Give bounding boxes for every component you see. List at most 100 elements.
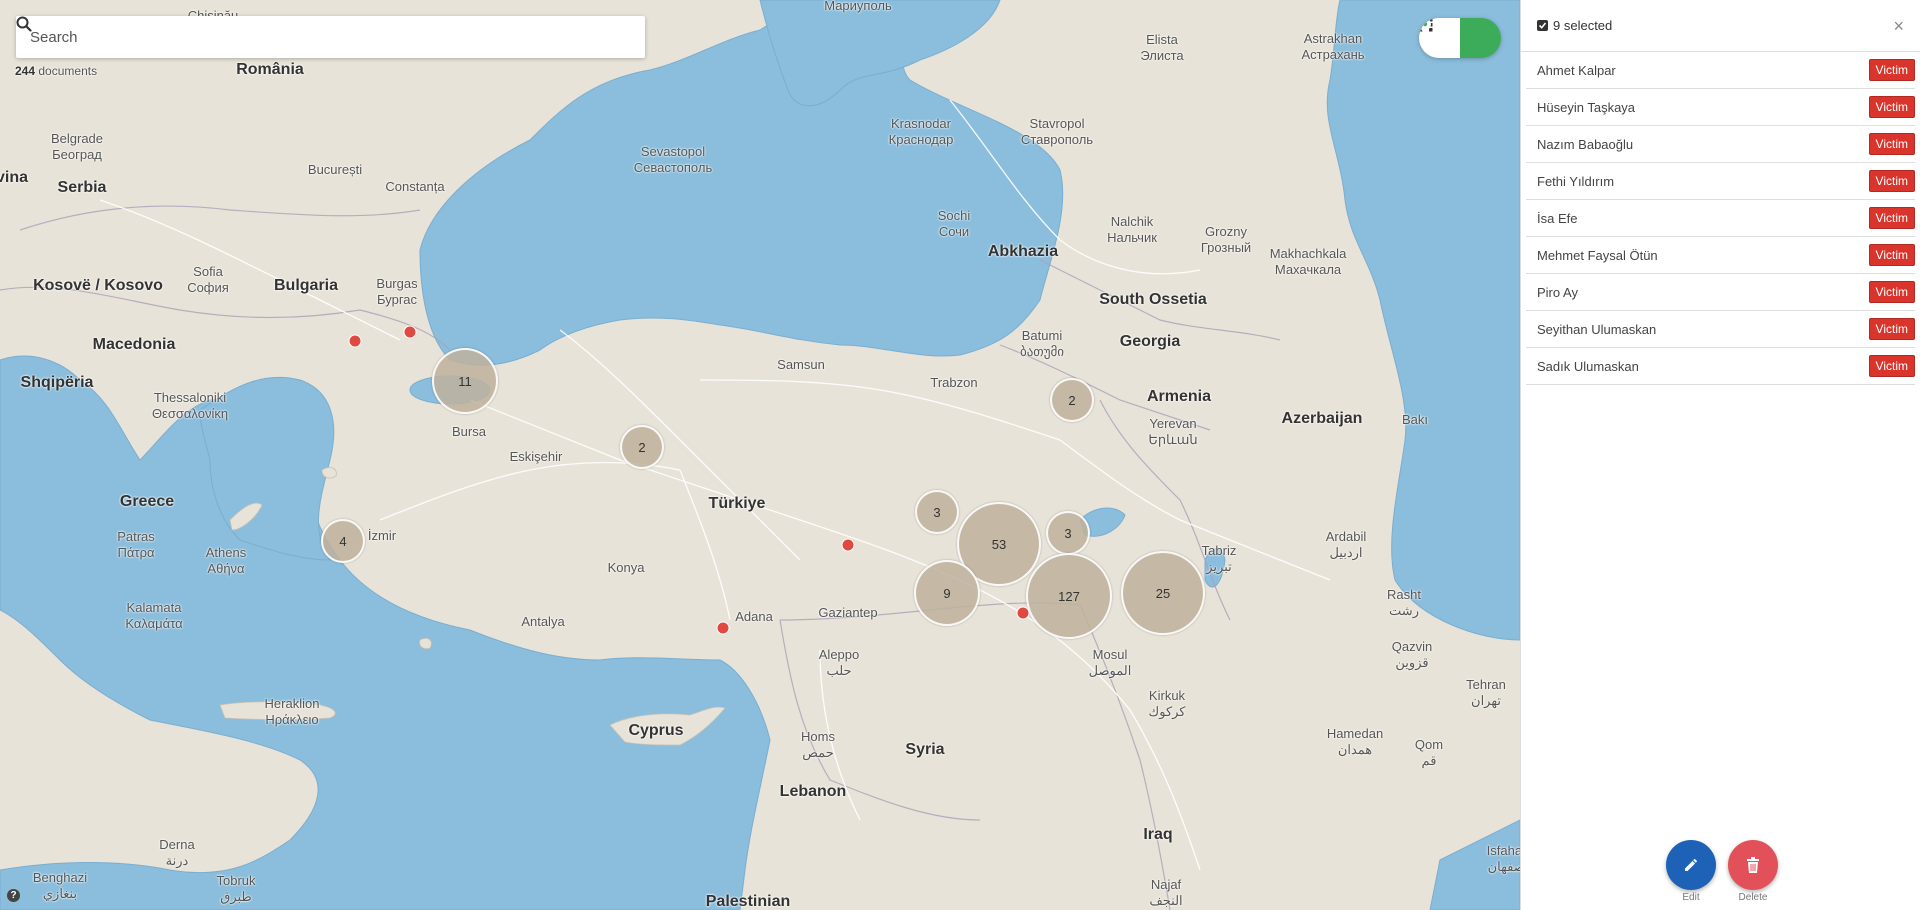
- city-label: Trabzon: [930, 375, 978, 390]
- map-marker[interactable]: [1016, 606, 1030, 620]
- map-view-button[interactable]: [1419, 18, 1501, 58]
- city-label: Aleppo حلب: [818, 647, 860, 678]
- country-label: Iraq: [1143, 826, 1173, 843]
- country-label: Syria: [905, 741, 945, 758]
- map-view[interactable]: ChişinăuRomâniaBelgrade БеоградBucurești…: [0, 0, 1520, 910]
- search-icon[interactable]: [16, 16, 645, 58]
- city-label: Kirkuk كركوك: [1148, 688, 1186, 719]
- city-label: İzmir: [367, 528, 397, 543]
- country-label: Greece: [119, 493, 175, 510]
- city-label: Antalya: [521, 614, 565, 629]
- victim-tag: Victim: [1868, 355, 1915, 377]
- city-label: Adana: [735, 609, 773, 624]
- city-label: Bursa: [452, 424, 486, 439]
- victim-tag: Victim: [1868, 170, 1915, 192]
- city-label: Bakı: [1401, 412, 1429, 427]
- country-label: Abkhazia: [987, 243, 1059, 260]
- delete-label: Delete: [1738, 892, 1768, 903]
- road-line: [679, 469, 731, 621]
- city-label: Belgrade Београд: [50, 131, 104, 162]
- city-label: Derna درنة: [159, 837, 195, 868]
- map-marker[interactable]: [716, 621, 730, 635]
- entity-name: Mehmet Faysal Ötün: [1537, 247, 1658, 263]
- selected-count: 9 selected: [1553, 18, 1613, 33]
- country-label: România: [236, 61, 304, 78]
- map-marker[interactable]: [403, 325, 417, 339]
- city-label: București: [307, 162, 363, 177]
- edit-button[interactable]: [1666, 840, 1716, 890]
- city-label: Najaf النجف: [1149, 877, 1183, 908]
- city-label: Burgas Бургас: [376, 276, 418, 307]
- view-toggle: [1419, 18, 1501, 58]
- entity-row[interactable]: Sadık Ulumaskan Victim: [1526, 348, 1915, 385]
- entity-name: Fethi Yıldırım: [1537, 173, 1615, 189]
- pencil-icon: [1685, 859, 1697, 871]
- road-line: [559, 329, 801, 561]
- search-input[interactable]: [16, 28, 605, 46]
- map-basemap: [0, 0, 1520, 910]
- map-pin-icon: [1419, 18, 1431, 34]
- city-label: Rasht رشت: [1387, 587, 1421, 618]
- city-label: Athens Αθήνα: [205, 545, 247, 576]
- country-label: Macedonia: [92, 336, 176, 353]
- city-label: Isfahan اصفهان: [1486, 843, 1520, 874]
- country-label: Georgia: [1119, 333, 1181, 350]
- entity-name: Nazım Babaoğlu: [1537, 136, 1634, 152]
- map-cluster[interactable]: 2: [1050, 378, 1094, 422]
- city-label: Samsun: [777, 357, 825, 372]
- close-icon[interactable]: ×: [1893, 17, 1904, 35]
- help-icon[interactable]: ?: [7, 889, 20, 902]
- entity-name: Ahmet Kalpar: [1537, 62, 1616, 78]
- country-label: Türkiye: [708, 495, 766, 512]
- lesbos-island: [321, 467, 337, 479]
- country-label: South Ossetia: [1099, 291, 1207, 308]
- city-label: Astrakhan Астрахань: [1301, 31, 1365, 62]
- country-label: Azerbaijan: [1281, 410, 1363, 427]
- entity-row[interactable]: Nazım Babaoğlu Victim: [1526, 126, 1915, 163]
- delete-button[interactable]: [1728, 840, 1778, 890]
- map-marker[interactable]: [841, 538, 855, 552]
- entity-row[interactable]: Hüseyin Taşkaya Victim: [1526, 89, 1915, 126]
- map-cluster[interactable]: 3: [915, 490, 959, 534]
- victim-tag: Victim: [1868, 281, 1915, 303]
- victim-tag: Victim: [1868, 59, 1915, 81]
- entity-row[interactable]: Ahmet Kalpar Victim: [1526, 52, 1915, 89]
- entity-row[interactable]: İsa Efe Victim: [1526, 200, 1915, 237]
- entity-name: Piro Ay: [1537, 284, 1578, 300]
- entity-name: İsa Efe: [1537, 210, 1578, 226]
- city-label: Gaziantep: [818, 605, 878, 620]
- map-cluster[interactable]: 127: [1026, 553, 1112, 639]
- victim-tag: Victim: [1868, 96, 1915, 118]
- map-cluster[interactable]: 25: [1121, 551, 1205, 635]
- map-cluster[interactable]: 9: [914, 560, 980, 626]
- entity-row[interactable]: Mehmet Faysal Ötün Victim: [1526, 237, 1915, 274]
- city-label: Sochi Сочи: [937, 208, 971, 239]
- city-label: Makhachkala Махачкала: [1269, 246, 1347, 277]
- map-cluster[interactable]: 3: [1046, 511, 1090, 555]
- document-count: 244 documents: [15, 64, 97, 78]
- city-label: Eskişehir: [509, 449, 563, 464]
- map-cluster[interactable]: 4: [321, 519, 365, 563]
- entity-row[interactable]: Fethi Yıldırım Victim: [1526, 163, 1915, 200]
- map-cluster[interactable]: 11: [432, 348, 498, 414]
- document-count-number: 244: [15, 64, 36, 78]
- country-label: Bulgaria: [273, 277, 339, 294]
- select-all-checkbox[interactable]: [1537, 20, 1548, 31]
- city-label: Patras Πάτρα: [117, 529, 155, 560]
- entity-list: Ahmet Kalpar Victim Hüseyin Taşkaya Victim N…: [1521, 52, 1920, 385]
- city-label: Krasnodar Краснодар: [888, 116, 954, 147]
- country-label: Palestinian: [705, 893, 791, 910]
- road-line: [379, 461, 681, 521]
- victim-tag: Victim: [1868, 244, 1915, 266]
- edit-label: Edit: [1682, 892, 1700, 903]
- entity-name: Seyithan Ulumaskan: [1537, 321, 1657, 337]
- city-label: Мариуполь: [824, 0, 892, 13]
- city-label: Mosul الموصل: [1088, 647, 1132, 678]
- map-marker[interactable]: [348, 334, 362, 348]
- victim-tag: Victim: [1868, 207, 1915, 229]
- entity-row[interactable]: Seyithan Ulumaskan Victim: [1526, 311, 1915, 348]
- country-label: Cyprus: [628, 722, 684, 739]
- map-cluster[interactable]: 2: [620, 425, 664, 469]
- entity-name: Hüseyin Taşkaya: [1537, 99, 1636, 115]
- entity-row[interactable]: Piro Ay Victim: [1526, 274, 1915, 311]
